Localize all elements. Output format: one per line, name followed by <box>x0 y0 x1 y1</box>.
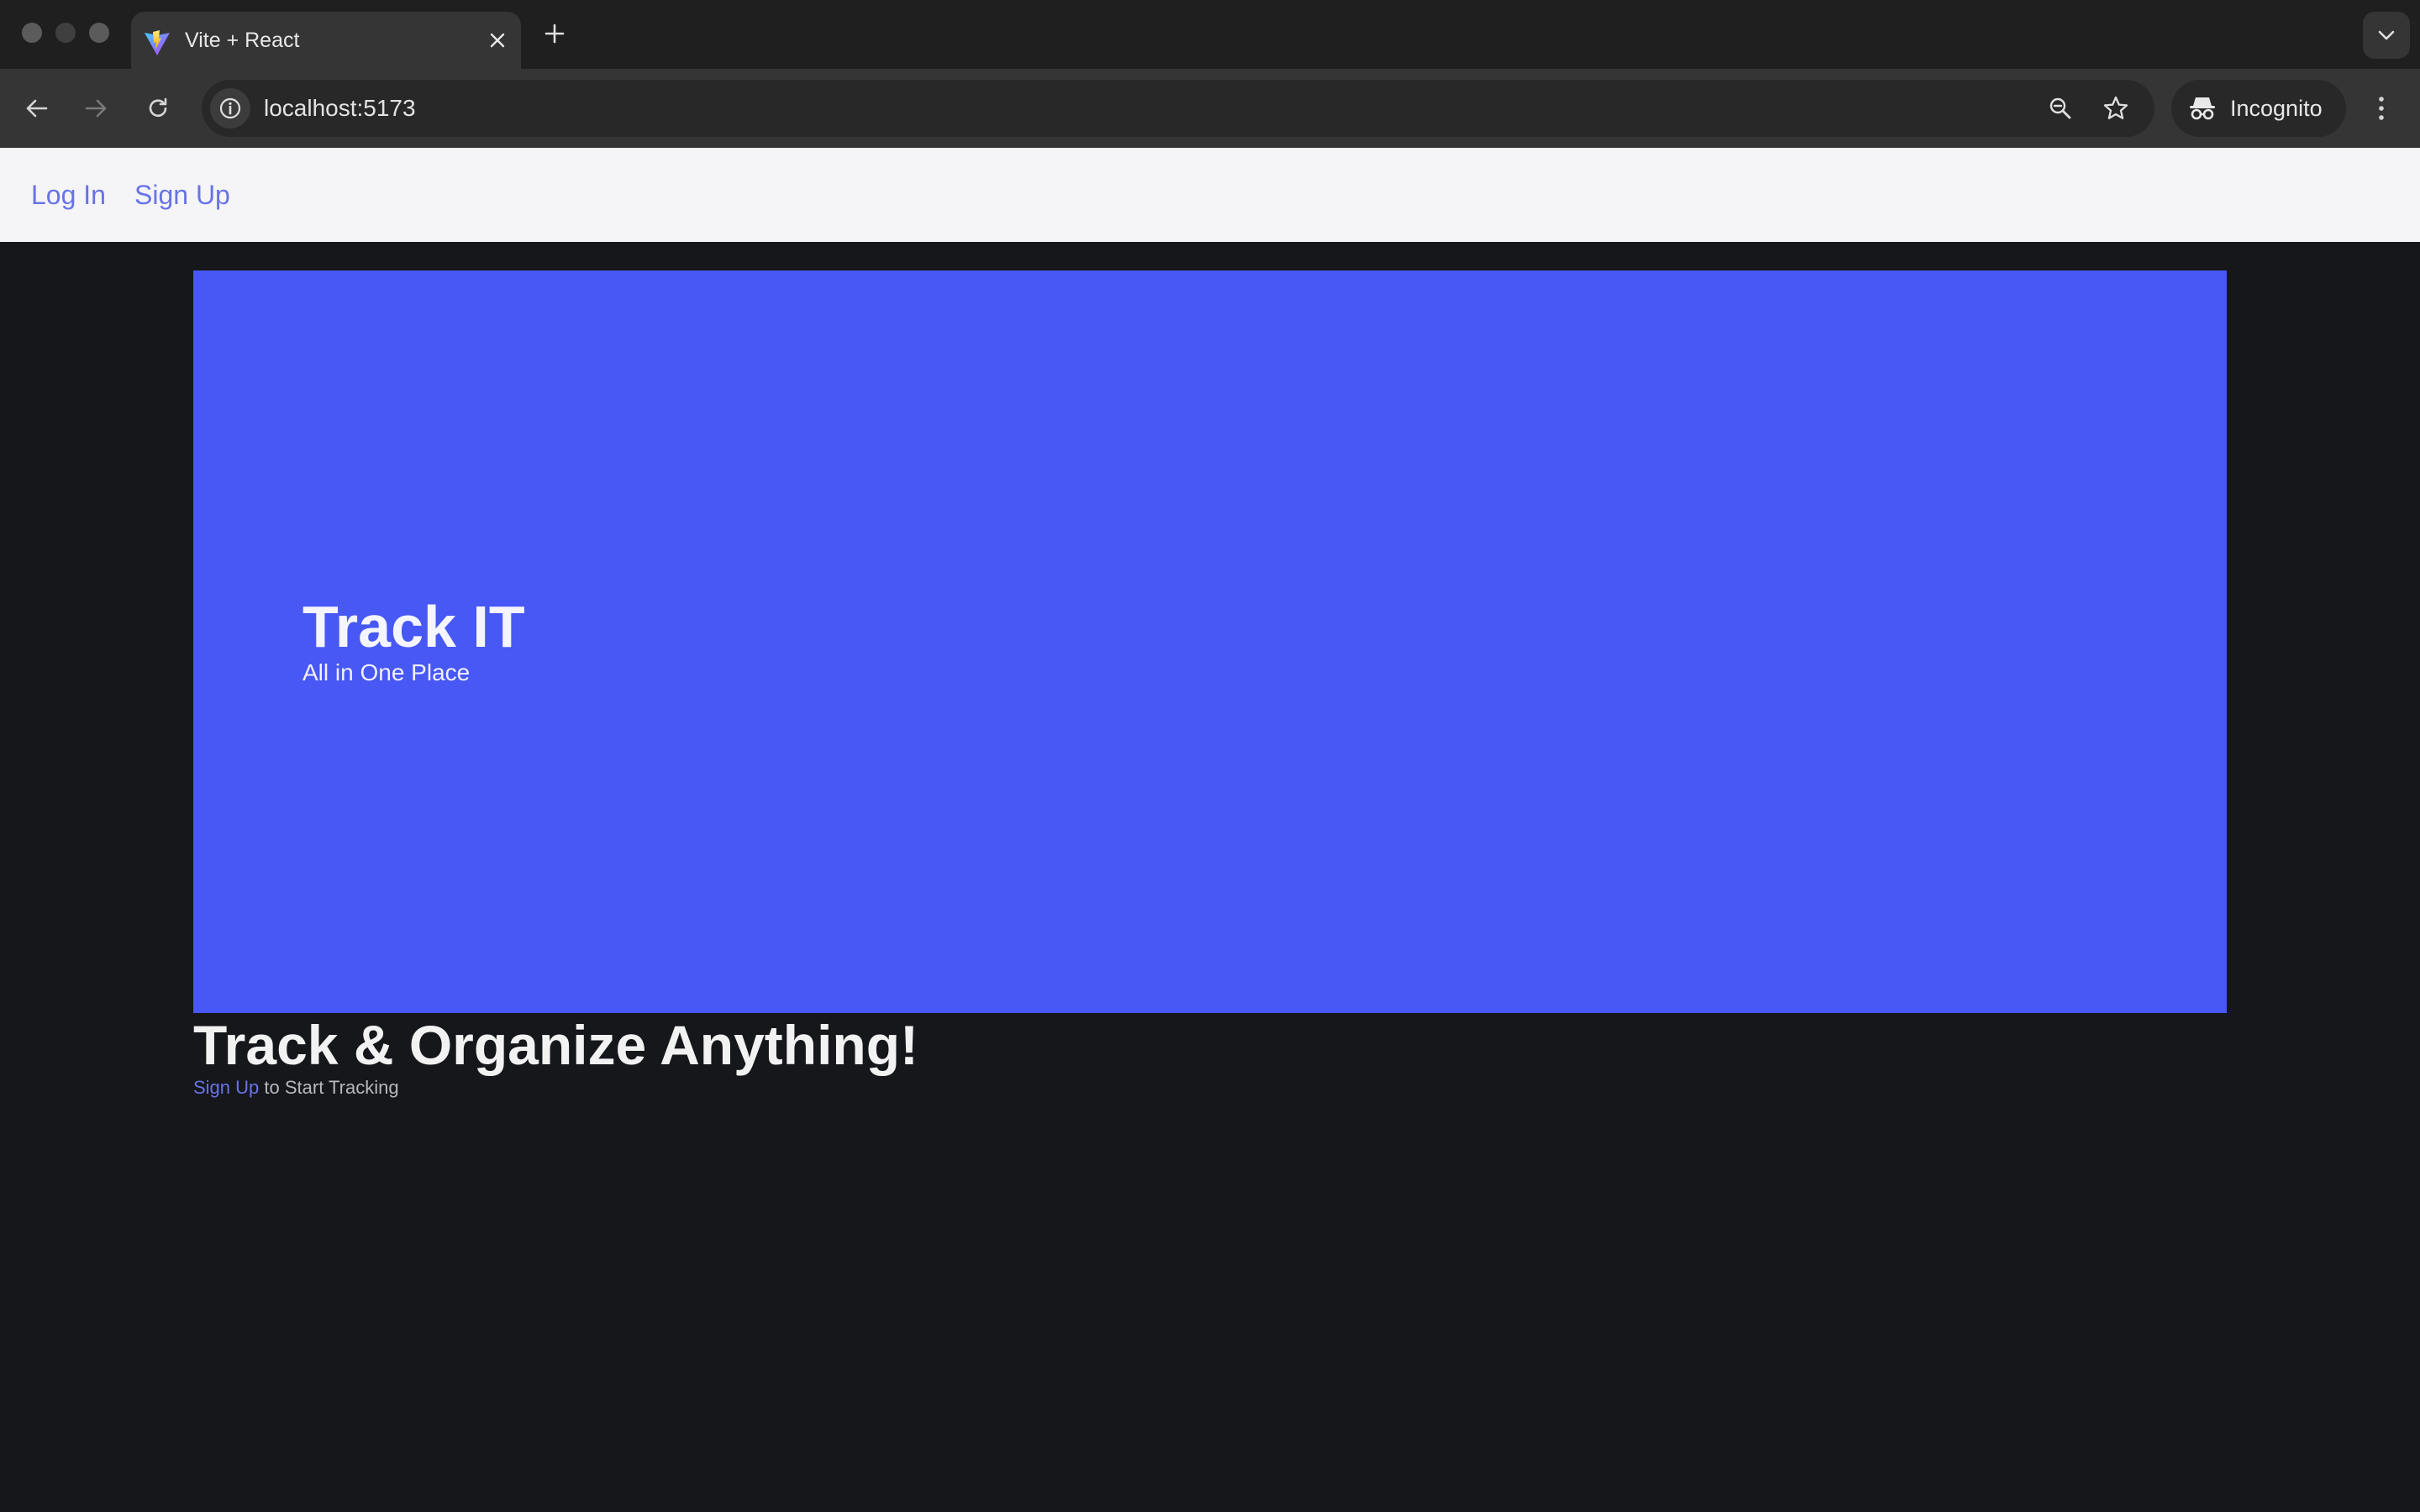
hero-banner: Track IT All in One Place <box>193 270 2227 1013</box>
incognito-label: Incognito <box>2230 96 2323 121</box>
nav-signup-link[interactable]: Sign Up <box>134 148 230 242</box>
browser-tab-strip: Vite + React <box>0 0 2420 69</box>
browser-toolbar: localhost:5173 Incognito <box>0 69 2420 148</box>
incognito-icon <box>2190 97 2215 120</box>
incognito-profile-button[interactable]: Incognito <box>2171 80 2346 137</box>
tab-close-icon[interactable] <box>484 27 511 54</box>
vite-logo-icon <box>145 30 170 55</box>
nav-login-link[interactable]: Log In <box>31 148 106 242</box>
site-navbar: Log In Sign Up <box>0 148 2420 242</box>
back-arrow-icon[interactable] <box>17 88 57 129</box>
main-headline: Track & Organize Anything! <box>193 1014 919 1076</box>
hero-subtitle: All in One Place <box>302 659 471 685</box>
tab-title: Vite + React <box>185 29 300 52</box>
bookmark-star-icon[interactable] <box>2099 92 2133 125</box>
reload-icon[interactable] <box>138 88 178 129</box>
zoom-icon[interactable] <box>2044 92 2077 125</box>
cta-text: Sign Up to Start Tracking <box>193 1075 399 1100</box>
hero-title: Track IT <box>302 594 525 659</box>
window-zoom-button[interactable] <box>89 23 109 43</box>
tab-search-chevron-icon[interactable] <box>2363 12 2410 59</box>
url-text: localhost:5173 <box>264 95 416 121</box>
forward-arrow-icon[interactable] <box>76 88 116 129</box>
cta-signup-link[interactable]: Sign Up <box>193 1077 259 1098</box>
more-menu-icon[interactable] <box>2368 88 2395 129</box>
cta-suffix: to Start Tracking <box>259 1077 399 1098</box>
new-tab-icon[interactable] <box>538 17 571 50</box>
address-bar[interactable]: localhost:5173 <box>202 80 2154 137</box>
browser-tab[interactable]: Vite + React <box>131 12 521 69</box>
site-info-icon[interactable] <box>210 88 250 129</box>
window-minimize-button[interactable] <box>55 23 76 43</box>
window-close-button[interactable] <box>22 23 42 43</box>
